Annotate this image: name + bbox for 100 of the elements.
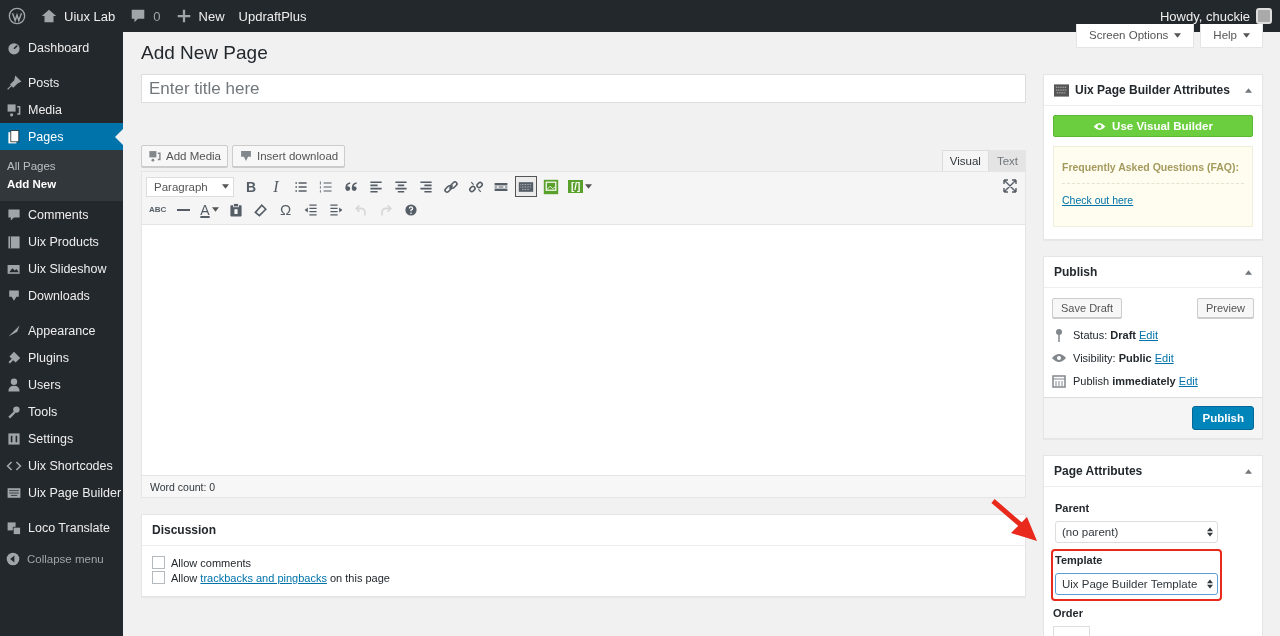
option-label: Allow comments [171,556,252,569]
menu-icon [6,128,22,145]
field-label: Parent [1055,502,1091,514]
menu-icon [6,206,22,223]
select-field[interactable]: Uix Page Builder Template [1055,573,1218,595]
publish-meta-text: Visibility: Public Edit [1073,352,1174,364]
media-icon [148,149,162,163]
paste-icon [227,201,244,218]
select-field[interactable]: (no parent) [1055,521,1218,543]
toggle-icon[interactable] [1245,269,1252,275]
eye-icon [1052,351,1066,365]
align-left-icon [368,178,384,195]
menu-item[interactable]: Comments [0,201,123,228]
editor-tab[interactable]: Text [988,150,1026,171]
submenu-item[interactable]: All Pages [0,157,123,175]
menu-item[interactable]: Plugins [0,344,123,371]
strike-tool[interactable]: ABC [146,199,170,220]
checkbox[interactable] [152,556,165,569]
plugin-link[interactable]: UpdraftPlus [238,8,307,24]
collapse-icon [6,552,20,566]
format-select[interactable]: Paragraph [146,176,234,197]
comment-count[interactable]: 0 [153,8,161,24]
eraser-icon [252,201,269,218]
avatar [1256,8,1272,24]
toggle-icon[interactable] [1245,468,1252,474]
menu-icon [6,74,22,91]
annotation-arrow [991,499,1039,543]
panel-title: Page Attributes [1054,464,1143,478]
page-title: Add New Page [141,42,269,64]
publish-meta-text: Status: Draft Edit [1073,329,1158,341]
color-tool[interactable]: A [197,199,222,220]
faq-link[interactable]: Check out here [1062,194,1134,206]
align-right-icon [418,178,434,195]
checkbox[interactable] [152,571,165,584]
edit-link[interactable]: Edit [1178,375,1198,387]
panel-title: Uix Page Builder Attributes [1075,83,1230,97]
panel-title: Publish [1054,265,1098,279]
menu-icon [6,349,22,366]
numbers-icon [318,178,334,195]
collapse-menu-link[interactable]: Collapse menu [27,553,104,565]
screen-meta-tab[interactable]: Screen Options [1076,24,1195,48]
rule-icon [176,208,190,211]
menu-item[interactable]: Tools [0,398,123,425]
editor-tab[interactable]: Visual [941,150,989,171]
new-link[interactable]: New [198,8,225,24]
menu-item[interactable]: Dashboard [0,34,123,61]
select-arrows-icon [1207,579,1213,589]
edit-link[interactable]: Edit [1139,329,1158,341]
menu-item[interactable]: Pages [0,123,123,150]
download-icon [239,149,253,163]
caret-icon [585,184,593,189]
fullscreen-icon[interactable] [1003,179,1017,193]
site-link[interactable]: Uiux Lab [64,8,116,24]
select-arrows-icon [1207,527,1213,537]
wordpress-logo-icon[interactable] [8,7,26,25]
menu-item[interactable]: Appearance [0,317,123,344]
preview-button[interactable]: Preview [1196,298,1254,318]
menu-item[interactable]: Uix Slideshow [0,255,123,282]
toggle-icon[interactable] [1245,87,1252,93]
menu-item[interactable]: Uix Page Builder [0,479,123,506]
menu-icon [6,233,22,250]
menu-item[interactable]: Users [0,371,123,398]
word-count: Word count: 0 [142,475,1025,497]
menu-item[interactable]: Uix Shortcodes [0,452,123,479]
field-label: Order [1053,607,1084,619]
menu-item[interactable]: Posts [0,69,123,96]
italic-tool[interactable]: I [265,176,287,197]
media-button[interactable]: Insert download [232,145,346,167]
keyboard-icon [1054,83,1069,97]
symbol-tool[interactable]: Ω [274,199,297,220]
save-draft-button[interactable]: Save Draft [1052,298,1122,318]
faq-title: Frequently Asked Questions (FAQ): [1062,161,1244,184]
caret-icon [222,184,229,189]
screen-meta-tab[interactable]: Help [1200,24,1263,48]
option-label: Allow trackbacks and pingbacks on this page [171,571,390,584]
menu-item[interactable]: Loco Translate [0,514,123,541]
publish-meta-text: Publish immediately Edit [1073,375,1198,387]
submenu-item[interactable]: Add New [0,175,123,193]
edit-link[interactable]: Edit [1154,352,1174,364]
media-button[interactable]: Add Media [141,145,228,167]
greeting[interactable]: Howdy, chuckie [1159,8,1250,24]
home-icon [40,7,58,25]
menu-item[interactable]: Uix Products [0,228,123,255]
menu-item[interactable]: Media [0,96,123,123]
keyboard-tool[interactable] [515,176,537,197]
menu-item[interactable]: Settings [0,425,123,452]
calendar-icon [1052,374,1066,388]
publish-button[interactable]: Publish [1192,406,1254,430]
menu-icon [6,101,22,118]
menu-icon [6,519,22,536]
title-field[interactable]: Enter title here [141,74,1026,103]
image-icon [543,178,559,195]
panel-title: Discussion [152,523,217,537]
link[interactable]: trackbacks and pingbacks [200,571,327,584]
menu-item[interactable]: Downloads [0,282,123,309]
caret-icon [211,207,219,212]
bold-tool[interactable]: B [240,176,262,197]
field-label: Template [1055,554,1104,566]
help-icon [402,201,419,218]
menu-icon [6,430,22,447]
